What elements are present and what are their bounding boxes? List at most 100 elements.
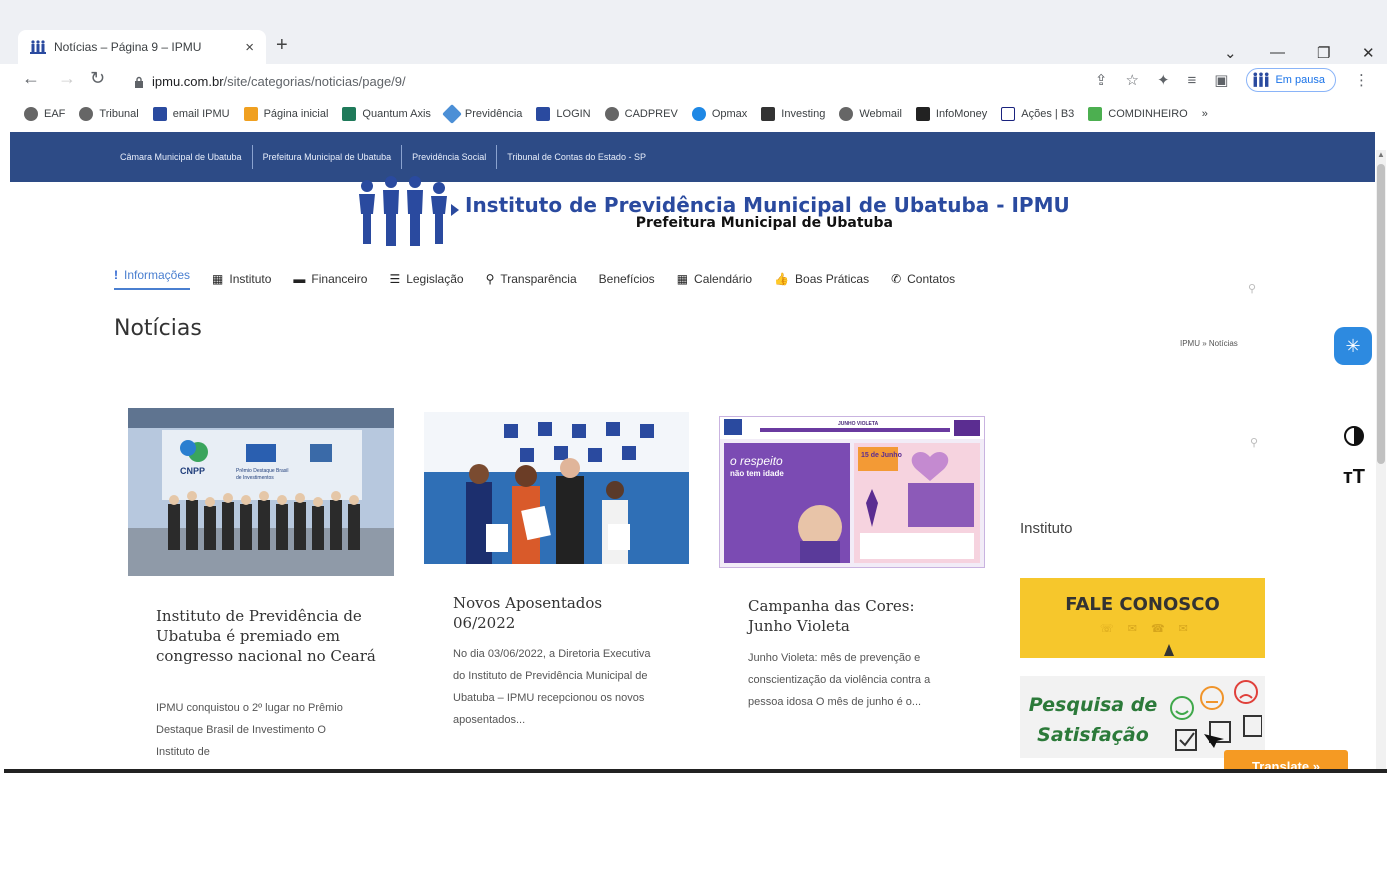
pointer-arrow-icon xyxy=(1164,644,1174,656)
minimize-icon[interactable]: — xyxy=(1270,44,1285,61)
forward-icon[interactable]: → xyxy=(58,68,76,89)
bookmark-label: Tribunal xyxy=(99,108,139,120)
strip-link-tribunal[interactable]: Tribunal de Contas do Estado - SP xyxy=(497,145,656,169)
bookmark-item[interactable]: email IPMU xyxy=(152,107,230,121)
b3-icon xyxy=(1001,107,1016,121)
scroll-up-icon[interactable]: ▲ xyxy=(1377,150,1385,159)
nav-label: Informações xyxy=(124,268,191,282)
news-card-title[interactable]: Novos Aposentados 06/2022 xyxy=(453,593,663,633)
ipmu-family-logo-icon xyxy=(359,176,459,246)
lock-icon xyxy=(135,76,143,88)
nav-item-beneficios[interactable]: Benefícios xyxy=(599,272,655,286)
poster-date: 15 de Junho xyxy=(861,452,902,459)
calendar-icon: ▦ xyxy=(676,272,689,286)
bookmark-item[interactable]: Webmail xyxy=(839,107,902,121)
extensions-icon[interactable]: ✦ xyxy=(1157,71,1170,89)
bookmark-item[interactable]: Opmax xyxy=(691,107,747,121)
fale-conosco-label: FALE CONOSCO xyxy=(1065,594,1220,615)
strip-link-camara[interactable]: Câmara Municipal de Ubatuba xyxy=(110,145,253,169)
new-tab-icon[interactable]: + xyxy=(276,34,288,57)
bookmark-item[interactable]: COMDINHEIRO xyxy=(1088,107,1188,121)
strip-link-prefeitura[interactable]: Prefeitura Municipal de Ubatuba xyxy=(253,145,403,169)
tab-search-icon[interactable]: ⌄ xyxy=(1224,44,1237,62)
profile-paused-button[interactable]: Em pausa xyxy=(1246,68,1336,92)
bookmark-item[interactable]: Previdência xyxy=(442,104,523,124)
menu-kebab-icon[interactable]: ⋮ xyxy=(1354,71,1369,89)
bookmark-item[interactable]: Ações | B3 xyxy=(1001,107,1074,121)
reload-icon[interactable]: ↻ xyxy=(90,68,105,89)
nav-item-calendario[interactable]: ▦ Calendário xyxy=(677,272,752,286)
ipmu-icon xyxy=(152,107,167,121)
fale-conosco-banner[interactable]: FALE CONOSCO ☏✉☎✉ xyxy=(1020,578,1265,658)
news-card-image-award[interactable]: CNPP Prêmio Destaque Brasil de Investime… xyxy=(128,408,394,576)
address-bar[interactable]: ipmu.com.br/site/categorias/noticias/pag… xyxy=(152,74,406,89)
news-card-image-junho-violeta[interactable]: JUNHO VIOLETA o respeito não tem idade 1… xyxy=(719,416,985,568)
page-title: Notícias xyxy=(114,316,202,341)
bookmark-item[interactable]: InfoMoney xyxy=(915,107,987,121)
bookmark-label: EAF xyxy=(44,108,66,120)
bookmark-item[interactable]: Tribunal xyxy=(79,107,139,121)
news-card-image-retirees[interactable] xyxy=(424,412,689,564)
bookmark-item[interactable]: Página inicial xyxy=(243,107,328,121)
diamond-icon xyxy=(442,104,462,124)
tab-close-icon[interactable]: × xyxy=(245,39,254,56)
retirees-photo xyxy=(424,412,689,564)
url-host: ipmu.com.br xyxy=(152,74,224,89)
nav-item-instituto[interactable]: ▦ Instituto xyxy=(212,272,271,286)
nav-label: Benefícios xyxy=(598,272,655,286)
main-navigation: ! Informações ▦ Instituto ▬ Financeiro ☰ Leg… xyxy=(114,268,1264,290)
list-icon: ☰ xyxy=(389,272,401,286)
close-window-icon[interactable]: ✕ xyxy=(1362,44,1375,62)
bookmark-item[interactable]: Investing xyxy=(761,107,825,121)
bookmarks-bar: EAF Tribunal email IPMU Página inicial Q… xyxy=(0,100,1387,128)
profile-avatar-icon xyxy=(1253,72,1270,87)
news-card-excerpt: Junho Violeta: mês de prevenção e consci… xyxy=(748,652,931,708)
site-logo[interactable]: Instituto de Previdência Municipal de Ub… xyxy=(355,176,1070,248)
bookmark-label: COMDINHEIRO xyxy=(1108,108,1188,120)
nav-item-transparencia[interactable]: ⚲ Transparência xyxy=(486,272,577,286)
bookmark-item[interactable]: LOGIN xyxy=(536,107,591,121)
nav-label: Transparência xyxy=(500,272,577,286)
bookmark-item[interactable]: CADPREV xyxy=(604,107,678,121)
nav-item-financeiro[interactable]: ▬ Financeiro xyxy=(293,272,367,286)
nav-item-legislacao[interactable]: ☰ Legislação xyxy=(389,272,463,286)
poster-top-label: JUNHO VIOLETA xyxy=(838,421,879,427)
browser-tab[interactable]: Notícias – Página 9 – IPMU × xyxy=(18,30,266,64)
restore-icon[interactable]: ❐ xyxy=(1317,44,1330,62)
side-panel-icon[interactable]: ▣ xyxy=(1214,71,1228,89)
pesquisa-satisfacao-banner[interactable]: Pesquisa de Satisfação xyxy=(1020,676,1265,758)
globe-icon xyxy=(79,107,94,121)
ipmu-icon xyxy=(536,107,551,121)
accessibility-icon: ✳ xyxy=(1345,335,1361,356)
bookmark-item[interactable]: Quantum Axis xyxy=(342,107,431,121)
sidebar-search-icon[interactable]: ⚲ xyxy=(1250,436,1258,449)
scrollbar-thumb[interactable] xyxy=(1377,164,1385,464)
page-scrollbar[interactable]: ▲ ▼ xyxy=(1376,150,1386,780)
contrast-toggle-icon[interactable] xyxy=(1344,426,1364,446)
nav-item-boas-praticas[interactable]: 👍 Boas Práticas xyxy=(774,272,869,286)
blank-area xyxy=(0,773,1387,883)
bookmark-star-icon[interactable]: ☆ xyxy=(1125,71,1138,89)
strip-link-previdencia[interactable]: Previdência Social xyxy=(402,145,498,169)
site-title: Instituto de Previdência Municipal de Ub… xyxy=(465,193,1070,217)
bookmark-item[interactable]: EAF xyxy=(24,107,65,121)
reading-list-icon[interactable]: ≡ xyxy=(1188,72,1197,89)
breadcrumb[interactable]: IPMU » Notícias xyxy=(1180,339,1238,348)
news-card-title[interactable]: Instituto de Previdência de Ubatuba é pr… xyxy=(156,606,376,666)
bookmark-label: Previdência xyxy=(464,108,523,120)
nav-item-informacoes[interactable]: ! Informações xyxy=(114,268,191,290)
font-size-icon[interactable]: тT xyxy=(1343,466,1365,489)
poster-respeito: o respeito xyxy=(730,454,783,468)
opmax-icon xyxy=(691,107,706,121)
nav-label: Boas Práticas xyxy=(795,272,870,286)
award-photo: CNPP Prêmio Destaque Brasil de Investime… xyxy=(128,408,394,576)
share-icon[interactable]: ⇪ xyxy=(1095,71,1108,89)
money-icon: ▬ xyxy=(293,272,306,286)
accessibility-button[interactable]: ✳ xyxy=(1334,327,1372,365)
satisfaction-faces-icon xyxy=(1170,680,1262,751)
nav-item-contatos[interactable]: ✆ Contatos xyxy=(891,272,955,286)
nav-search-icon[interactable]: ⚲ xyxy=(1248,282,1256,295)
bookmarks-more-icon[interactable]: » xyxy=(1202,108,1208,120)
news-card-title[interactable]: Campanha das Cores: Junho Violeta xyxy=(748,596,958,636)
back-icon[interactable]: ← xyxy=(22,68,40,89)
